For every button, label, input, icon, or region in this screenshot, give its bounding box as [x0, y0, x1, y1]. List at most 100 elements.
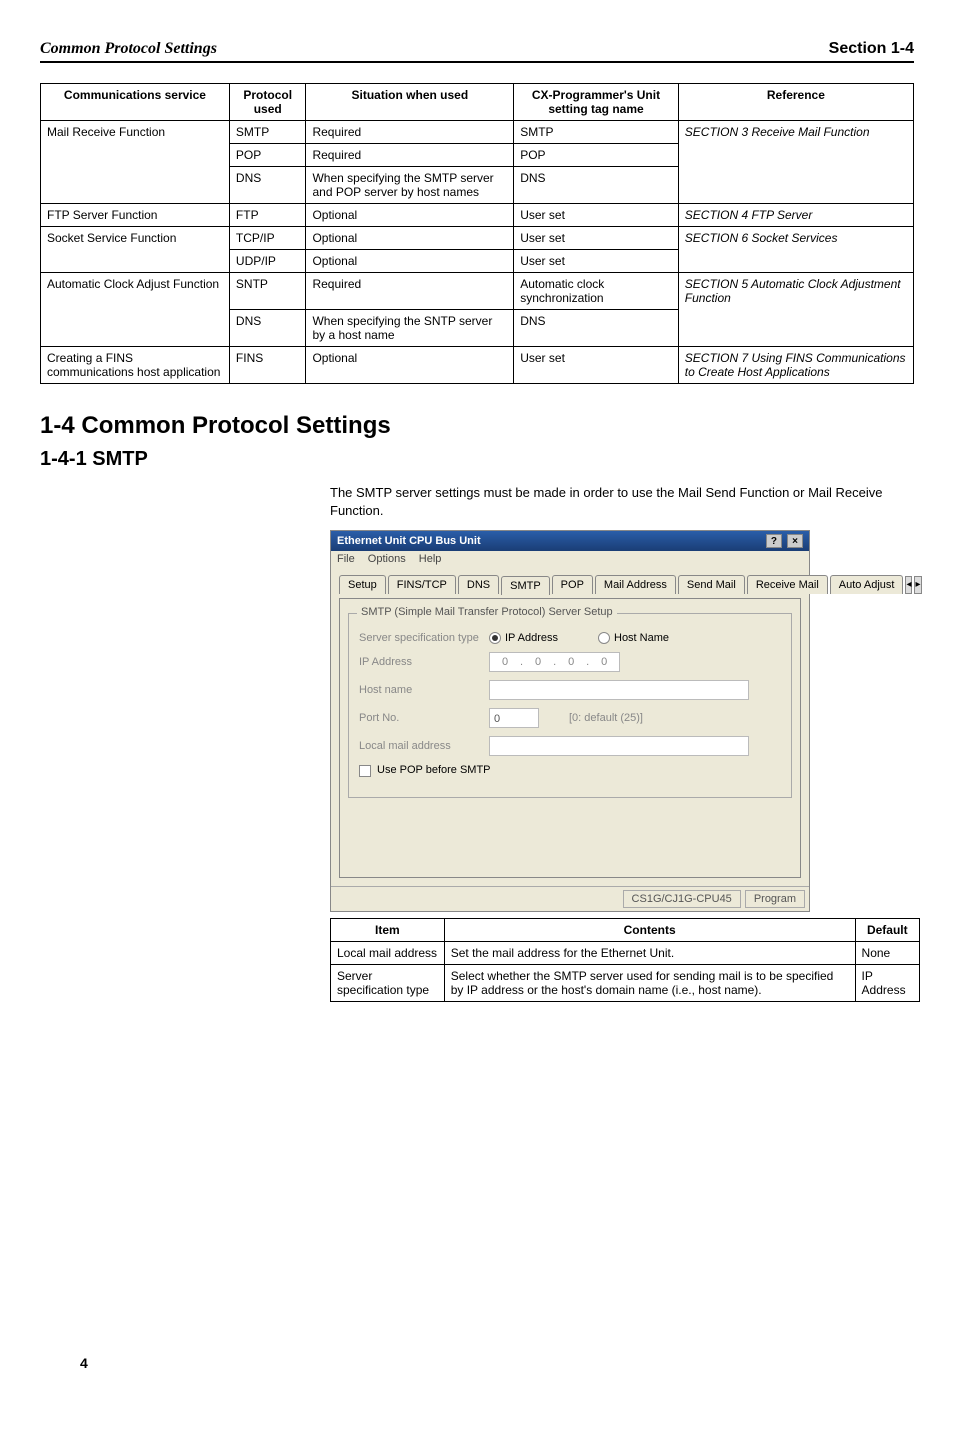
- tab-strip: Setup FINS/TCP DNS SMTP POP Mail Address…: [339, 575, 801, 594]
- tab-scroll-right-icon[interactable]: ▸: [914, 576, 921, 594]
- radio-host-name-label: Host Name: [614, 632, 669, 644]
- header-right: Section 1-4: [829, 40, 914, 58]
- table-row: Creating a FINS communications host appl…: [41, 347, 914, 384]
- dialog-title: Ethernet Unit CPU Bus Unit: [337, 535, 481, 547]
- cell-ref: SECTION 5 Automatic Clock Adjustment Fun…: [678, 273, 913, 347]
- smtp-dialog: Ethernet Unit CPU Bus Unit ? × File Opti…: [330, 530, 810, 912]
- table-row: Server specification type Select whether…: [331, 965, 920, 1002]
- tab-auto-adjust[interactable]: Auto Adjust: [830, 575, 904, 594]
- host-name-input[interactable]: [489, 680, 749, 700]
- port-hint: [0: default (25)]: [569, 712, 643, 724]
- proto-th-1: Protocol used: [229, 84, 306, 121]
- label-local-mail: Local mail address: [359, 740, 489, 752]
- items-default: IP Address: [855, 965, 919, 1002]
- table-row: Local mail address Set the mail address …: [331, 942, 920, 965]
- cell-ref: SECTION 7 Using FINS Communications to C…: [678, 347, 913, 384]
- cell-service: Mail Receive Function: [41, 121, 230, 204]
- tab-dns[interactable]: DNS: [458, 575, 499, 594]
- cell-situation: Optional: [306, 347, 514, 384]
- tab-smtp[interactable]: SMTP: [501, 576, 550, 595]
- cell-tag: User set: [514, 227, 679, 250]
- tab-receive-mail[interactable]: Receive Mail: [747, 575, 828, 594]
- use-pop-checkbox[interactable]: Use POP before SMTP: [359, 764, 491, 776]
- radio-host-name[interactable]: Host Name: [598, 632, 669, 644]
- fieldset-legend: SMTP (Simple Mail Transfer Protocol) Ser…: [357, 606, 617, 618]
- menu-options[interactable]: Options: [368, 553, 406, 565]
- items-table: Item Contents Default Local mail address…: [330, 918, 920, 1002]
- cell-ref: SECTION 3 Receive Mail Function: [678, 121, 913, 204]
- items-contents: Select whether the SMTP server used for …: [444, 965, 855, 1002]
- use-pop-label: Use POP before SMTP: [377, 764, 491, 776]
- cell-protocol: SNTP: [229, 273, 306, 310]
- items-item: Local mail address: [331, 942, 445, 965]
- ip-address-input[interactable]: 0. 0. 0. 0: [489, 652, 620, 672]
- cell-tag: Automatic clock synchronization: [514, 273, 679, 310]
- dialog-titlebar: Ethernet Unit CPU Bus Unit ? ×: [331, 531, 809, 551]
- menu-help[interactable]: Help: [419, 553, 442, 565]
- items-th-1: Contents: [444, 919, 855, 942]
- radio-ip-address-label: IP Address: [505, 632, 558, 644]
- tab-setup[interactable]: Setup: [339, 575, 386, 594]
- cell-protocol: POP: [229, 144, 306, 167]
- header-left: Common Protocol Settings: [40, 40, 217, 58]
- lead-paragraph: The SMTP server settings must be made in…: [330, 484, 914, 520]
- label-spec-type: Server specification type: [359, 632, 489, 644]
- tab-scroll-left-icon[interactable]: ◂: [905, 576, 912, 594]
- cell-protocol: DNS: [229, 167, 306, 204]
- table-row: FTP Server Function FTP Optional User se…: [41, 204, 914, 227]
- tab-pop[interactable]: POP: [552, 575, 593, 594]
- cell-tag: POP: [514, 144, 679, 167]
- cell-protocol: FTP: [229, 204, 306, 227]
- menu-file[interactable]: File: [337, 553, 355, 565]
- status-model: CS1G/CJ1G-CPU45: [623, 890, 741, 908]
- ip-octet-3[interactable]: 0: [589, 656, 619, 668]
- cell-tag: User set: [514, 347, 679, 384]
- cell-tag: SMTP: [514, 121, 679, 144]
- cell-situation: Required: [306, 144, 514, 167]
- cell-service: Creating a FINS communications host appl…: [41, 347, 230, 384]
- items-item: Server specification type: [331, 965, 445, 1002]
- tab-panel-smtp: SMTP (Simple Mail Transfer Protocol) Ser…: [339, 598, 801, 878]
- section-title: 1-4 Common Protocol Settings: [40, 412, 914, 440]
- cell-situation: Optional: [306, 227, 514, 250]
- dialog-menubar: File Options Help: [331, 551, 809, 567]
- proto-th-2: Situation when used: [306, 84, 514, 121]
- table-row: Automatic Clock Adjust Function SNTP Req…: [41, 273, 914, 310]
- cell-service: Socket Service Function: [41, 227, 230, 273]
- cell-protocol: TCP/IP: [229, 227, 306, 250]
- cell-situation: Optional: [306, 204, 514, 227]
- status-mode: Program: [745, 890, 805, 908]
- cell-protocol: UDP/IP: [229, 250, 306, 273]
- smtp-fieldset: SMTP (Simple Mail Transfer Protocol) Ser…: [348, 613, 792, 797]
- ip-octet-1[interactable]: 0: [523, 656, 553, 668]
- proto-th-4: Reference: [678, 84, 913, 121]
- table-row: Socket Service Function TCP/IP Optional …: [41, 227, 914, 250]
- cell-ref: SECTION 6 Socket Services: [678, 227, 913, 273]
- port-no-input[interactable]: 0: [489, 708, 539, 728]
- cell-situation: Required: [306, 121, 514, 144]
- cell-tag: DNS: [514, 310, 679, 347]
- label-ip-address: IP Address: [359, 656, 489, 668]
- ip-octet-2[interactable]: 0: [556, 656, 586, 668]
- close-icon[interactable]: ×: [787, 534, 803, 548]
- cell-service: FTP Server Function: [41, 204, 230, 227]
- cell-protocol: SMTP: [229, 121, 306, 144]
- cell-ref: SECTION 4 FTP Server: [678, 204, 913, 227]
- tab-mail-address[interactable]: Mail Address: [595, 575, 676, 594]
- cell-situation: When specifying the SMTP server and POP …: [306, 167, 514, 204]
- cell-service: Automatic Clock Adjust Function: [41, 273, 230, 347]
- tab-fins-tcp[interactable]: FINS/TCP: [388, 575, 456, 594]
- page-number: 4: [80, 1355, 88, 1371]
- label-port-no: Port No.: [359, 712, 489, 724]
- proto-th-3: CX-Programmer's Unit setting tag name: [514, 84, 679, 121]
- ip-octet-0[interactable]: 0: [490, 656, 520, 668]
- tab-send-mail[interactable]: Send Mail: [678, 575, 745, 594]
- help-icon[interactable]: ?: [766, 534, 782, 548]
- proto-th-0: Communications service: [41, 84, 230, 121]
- cell-situation: Required: [306, 273, 514, 310]
- dialog-status-bar: CS1G/CJ1G-CPU45 Program: [331, 886, 809, 911]
- radio-ip-address[interactable]: IP Address: [489, 632, 558, 644]
- local-mail-input[interactable]: [489, 736, 749, 756]
- cell-protocol: FINS: [229, 347, 306, 384]
- cell-tag: User set: [514, 204, 679, 227]
